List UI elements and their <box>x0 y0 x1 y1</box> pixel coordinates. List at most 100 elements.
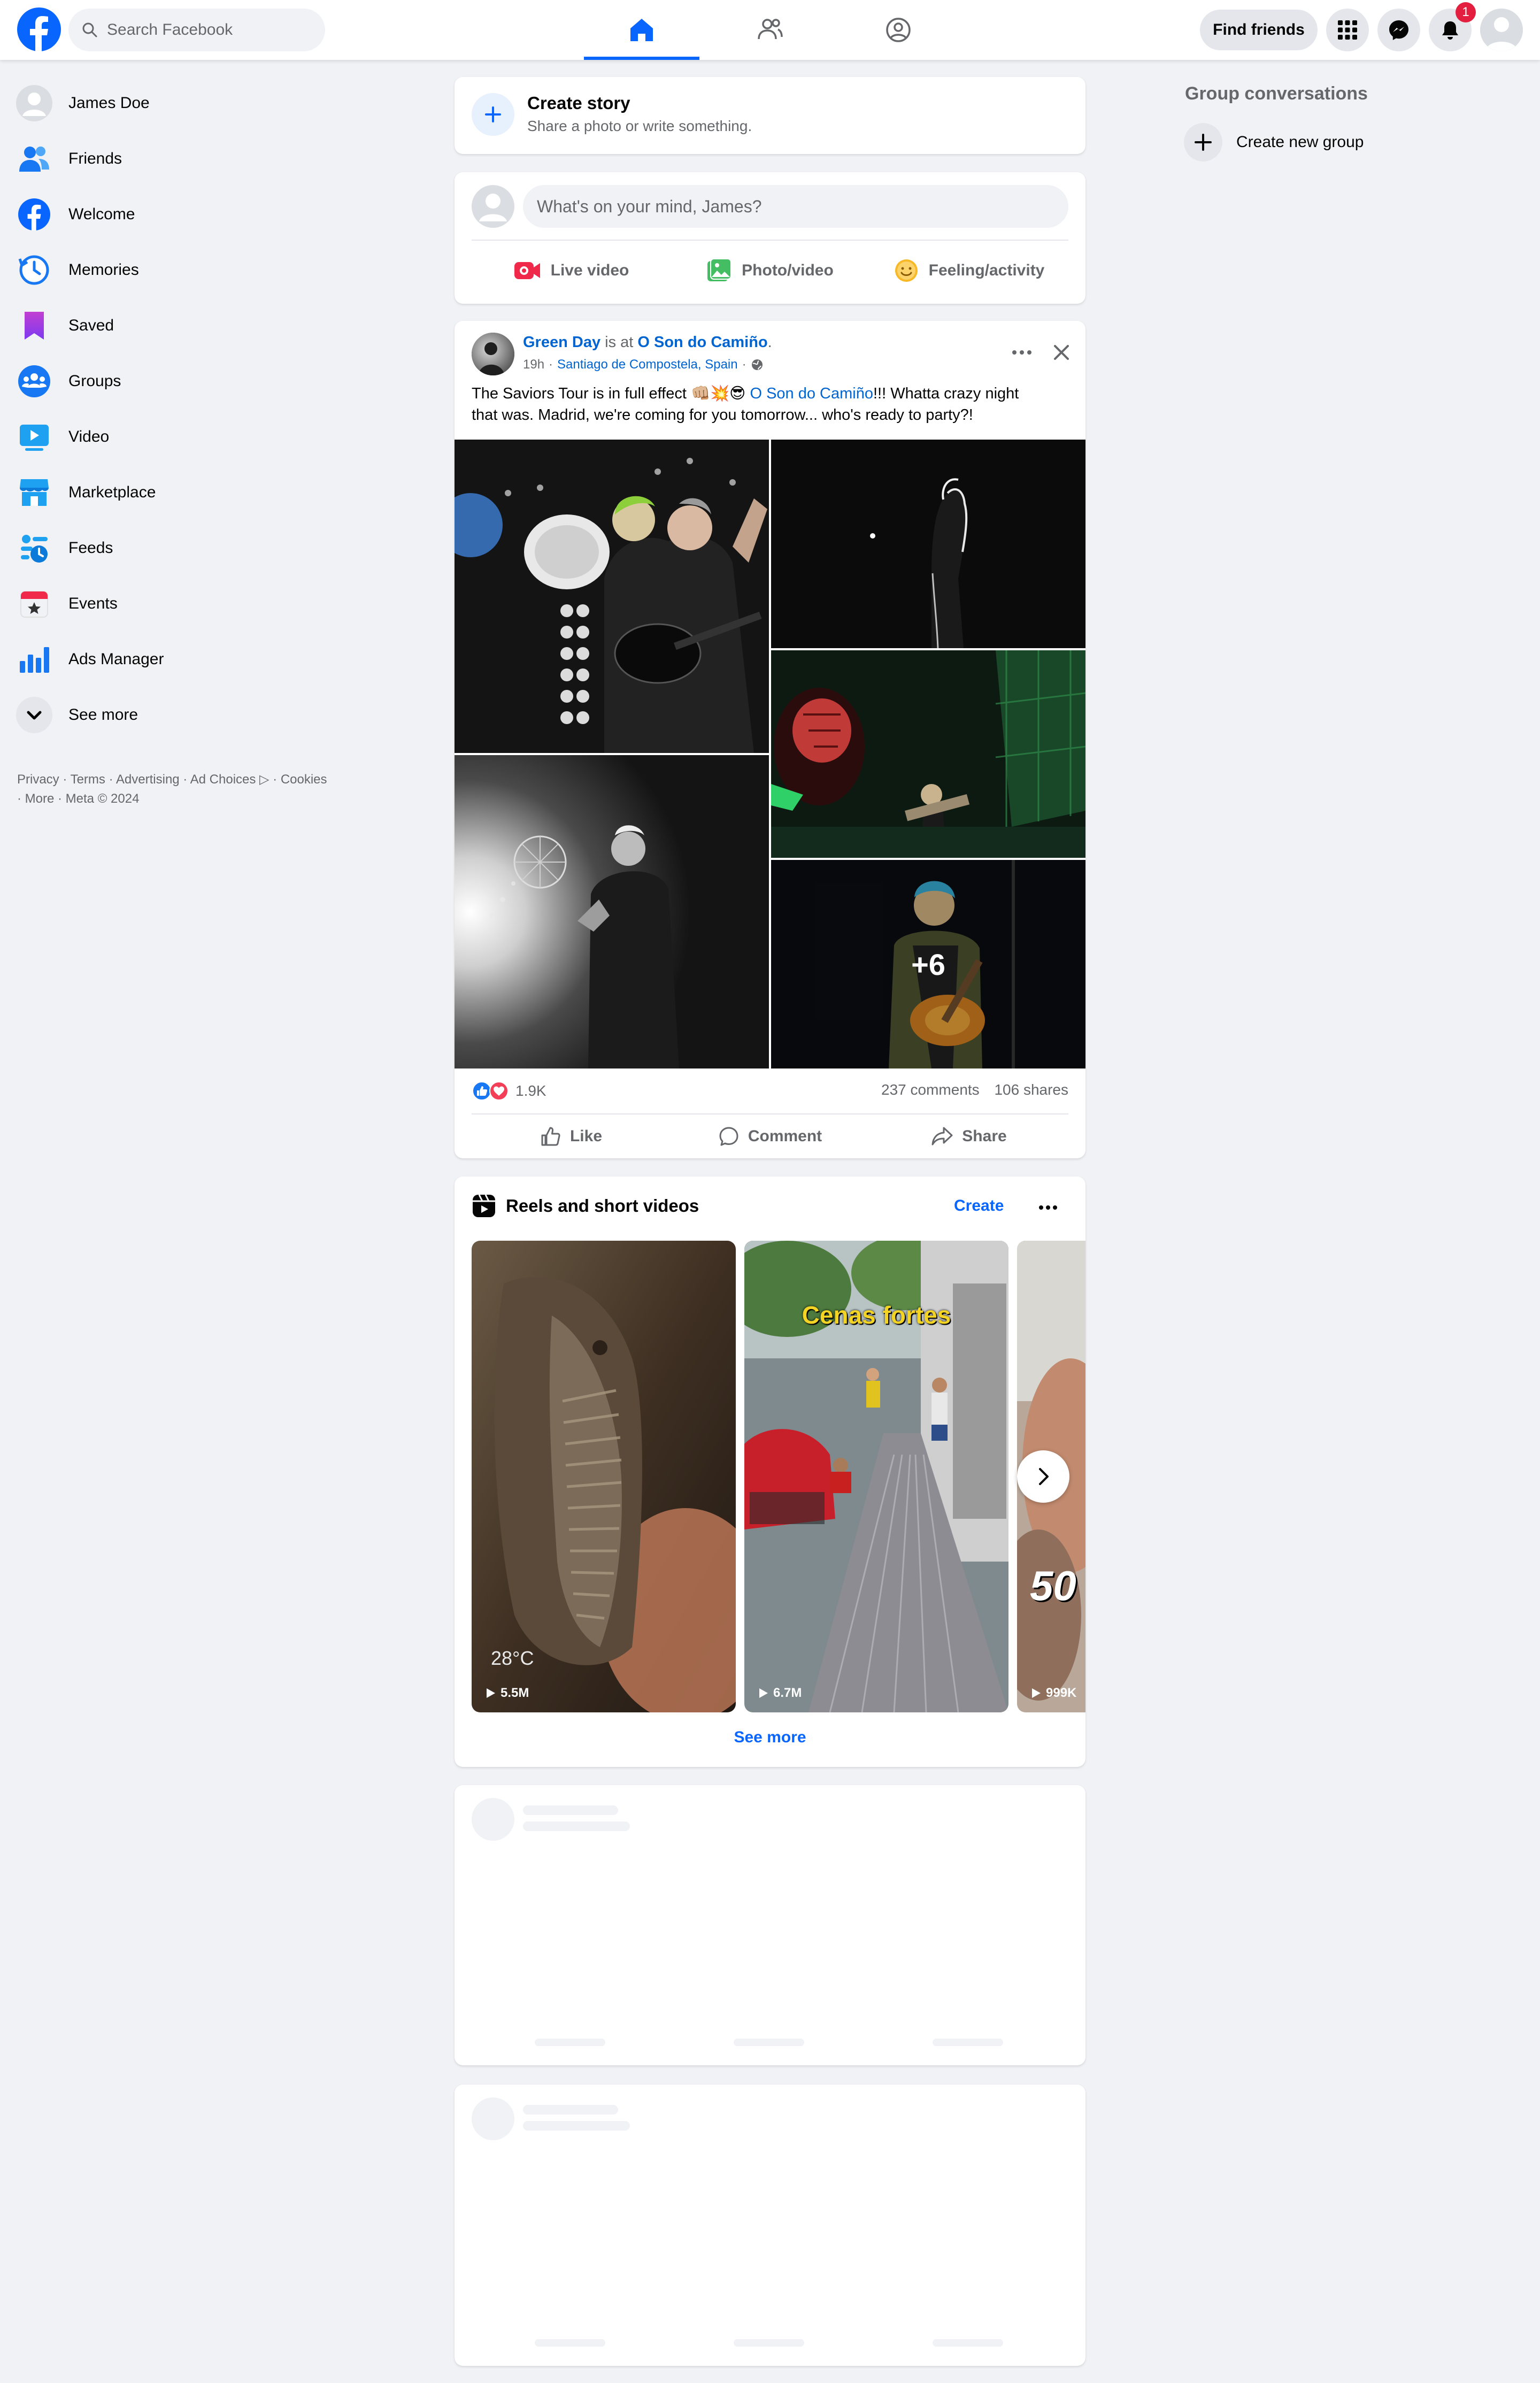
photo-video-button[interactable]: Photo/video <box>671 250 869 291</box>
post-location-link[interactable]: Santiago de Compostela, Spain <box>557 357 738 372</box>
messenger-button[interactable] <box>1377 9 1420 51</box>
more-photos-overlay: +6 <box>771 860 1085 1068</box>
feed-post: Green Day is at O Son do Camiño. 19h · S… <box>455 321 1085 1158</box>
share-arrow-icon <box>931 1126 953 1147</box>
sidebar-item-friends[interactable]: Friends <box>16 135 390 183</box>
footer-line[interactable]: · More · Meta © 2024 <box>17 789 370 809</box>
sidebar-item-see-more[interactable]: See more <box>16 691 390 739</box>
feeling-activity-button[interactable]: Feeling/activity <box>869 250 1068 291</box>
author-name-link[interactable]: Green Day <box>523 334 600 351</box>
sidebar-item-saved[interactable]: Saved <box>16 302 390 350</box>
reactions-summary[interactable]: 1.9K <box>472 1079 546 1103</box>
create-new-group-button[interactable]: Create new group <box>1184 122 1364 163</box>
live-video-icon <box>513 260 541 281</box>
sidebar-item-memories[interactable]: Memories <box>16 246 390 294</box>
menu-button[interactable] <box>1326 9 1369 51</box>
separator: · <box>742 357 746 372</box>
love-reaction-icon <box>489 1081 509 1101</box>
tab-home[interactable] <box>584 0 699 60</box>
calendar-star-icon <box>16 586 52 622</box>
sidebar-item-events[interactable]: Events <box>16 580 390 628</box>
bookmark-icon <box>16 308 52 344</box>
post-photo[interactable] <box>771 440 1085 648</box>
composer-placeholder: What's on your mind, James? <box>537 196 762 216</box>
post-photo[interactable] <box>455 440 769 753</box>
create-story-card[interactable]: Create story Share a photo or write some… <box>455 77 1085 154</box>
sidebar-item-marketplace[interactable]: Marketplace <box>16 468 390 517</box>
sidebar-item-label: James Doe <box>68 94 150 112</box>
sidebar-item-label: Feeds <box>68 539 113 557</box>
video-play-icon <box>16 419 52 455</box>
account-avatar[interactable] <box>1480 9 1523 51</box>
profile-circle-icon <box>884 16 913 44</box>
facebook-logo-icon[interactable] <box>17 7 61 51</box>
comment-label: Comment <box>748 1127 822 1145</box>
reel-overlay-text: 28°C <box>491 1647 534 1669</box>
skeleton-line <box>933 2339 1003 2347</box>
skeleton-line <box>734 2339 804 2347</box>
more-dots-icon <box>1038 1205 1058 1210</box>
tab-profile[interactable] <box>841 0 956 60</box>
sidebar-item-video[interactable]: Video <box>16 413 390 461</box>
post-time[interactable]: 19h <box>523 357 544 372</box>
post-text-part: !!! Whatta crazy night <box>873 385 1019 402</box>
comment-button[interactable]: Comment <box>671 1118 869 1155</box>
loading-post-skeleton <box>455 1785 1085 2065</box>
sidebar-item-welcome[interactable]: Welcome <box>16 190 390 239</box>
friends-icon <box>756 16 784 44</box>
sidebar-item-profile[interactable]: James Doe <box>16 79 390 127</box>
photo-video-label: Photo/video <box>742 262 834 279</box>
composer-input[interactable]: What's on your mind, James? <box>523 185 1068 228</box>
sidebar-item-label: Marketplace <box>68 483 156 501</box>
sidebar-item-label: Groups <box>68 372 121 390</box>
reels-icon <box>472 1194 496 1218</box>
author-avatar[interactable] <box>472 333 514 375</box>
footer-line[interactable]: Privacy · Terms · Advertising · Ad Choic… <box>17 770 370 789</box>
post-photo[interactable] <box>455 755 769 1068</box>
footer-links[interactable]: Privacy · Terms · Advertising · Ad Choic… <box>17 770 370 809</box>
sidebar-item-label: Memories <box>68 261 139 279</box>
sidebar-item-groups[interactable]: Groups <box>16 357 390 405</box>
reel-thumbnail[interactable]: 28°C 5.5M <box>472 1241 736 1712</box>
post-text: The Saviors Tour is in full effect 👊🏼💥😎 … <box>472 383 1071 426</box>
create-reel-link[interactable]: Create <box>954 1197 1004 1215</box>
post-photo-more[interactable]: +6 <box>771 860 1085 1068</box>
reel-view-count: 999K <box>1046 1686 1077 1700</box>
feeds-icon <box>16 530 52 566</box>
shares-count-link[interactable]: 106 shares <box>994 1081 1068 1098</box>
comments-count-link[interactable]: 237 comments <box>881 1081 980 1098</box>
reels-next-button[interactable] <box>1017 1450 1069 1503</box>
post-options-button[interactable] <box>1003 334 1041 371</box>
search-box[interactable] <box>68 9 325 51</box>
place-link[interactable]: O Son do Camiño <box>637 334 767 351</box>
like-button[interactable]: Like <box>472 1118 671 1155</box>
sidebar-item-ads-manager[interactable]: Ads Manager <box>16 635 390 683</box>
period-text: . <box>767 334 772 351</box>
plus-icon <box>1184 123 1222 162</box>
notification-badge: 1 <box>1456 2 1476 22</box>
avatar[interactable] <box>472 185 514 228</box>
post-mention-link[interactable]: O Son do Camiño <box>750 385 873 402</box>
reel-views: 5.5M <box>486 1686 529 1701</box>
memories-clock-icon <box>16 252 52 288</box>
create-story-subtitle: Share a photo or write something. <box>527 118 752 134</box>
hide-post-button[interactable] <box>1043 334 1080 371</box>
reels-options-button[interactable] <box>1031 1190 1065 1225</box>
groups-icon <box>16 363 52 399</box>
share-button[interactable]: Share <box>869 1118 1068 1155</box>
search-input[interactable] <box>106 20 311 40</box>
live-video-label: Live video <box>550 262 629 279</box>
reel-thumbnail[interactable]: Cenas fortes 6.7M <box>744 1241 1008 1712</box>
tab-friends[interactable] <box>712 0 828 60</box>
feeling-activity-label: Feeling/activity <box>928 262 1045 279</box>
create-story-title: Create story <box>527 93 630 113</box>
live-video-button[interactable]: Live video <box>472 250 671 291</box>
separator: · <box>549 357 553 372</box>
friends-icon <box>16 141 52 177</box>
sidebar-item-label: Friends <box>68 150 122 167</box>
post-photo[interactable] <box>771 650 1085 858</box>
chevron-down-icon <box>16 697 52 733</box>
sidebar-item-feeds[interactable]: Feeds <box>16 524 390 572</box>
find-friends-button[interactable]: Find friends <box>1200 10 1318 50</box>
reels-see-more-link[interactable]: See more <box>455 1728 1085 1747</box>
